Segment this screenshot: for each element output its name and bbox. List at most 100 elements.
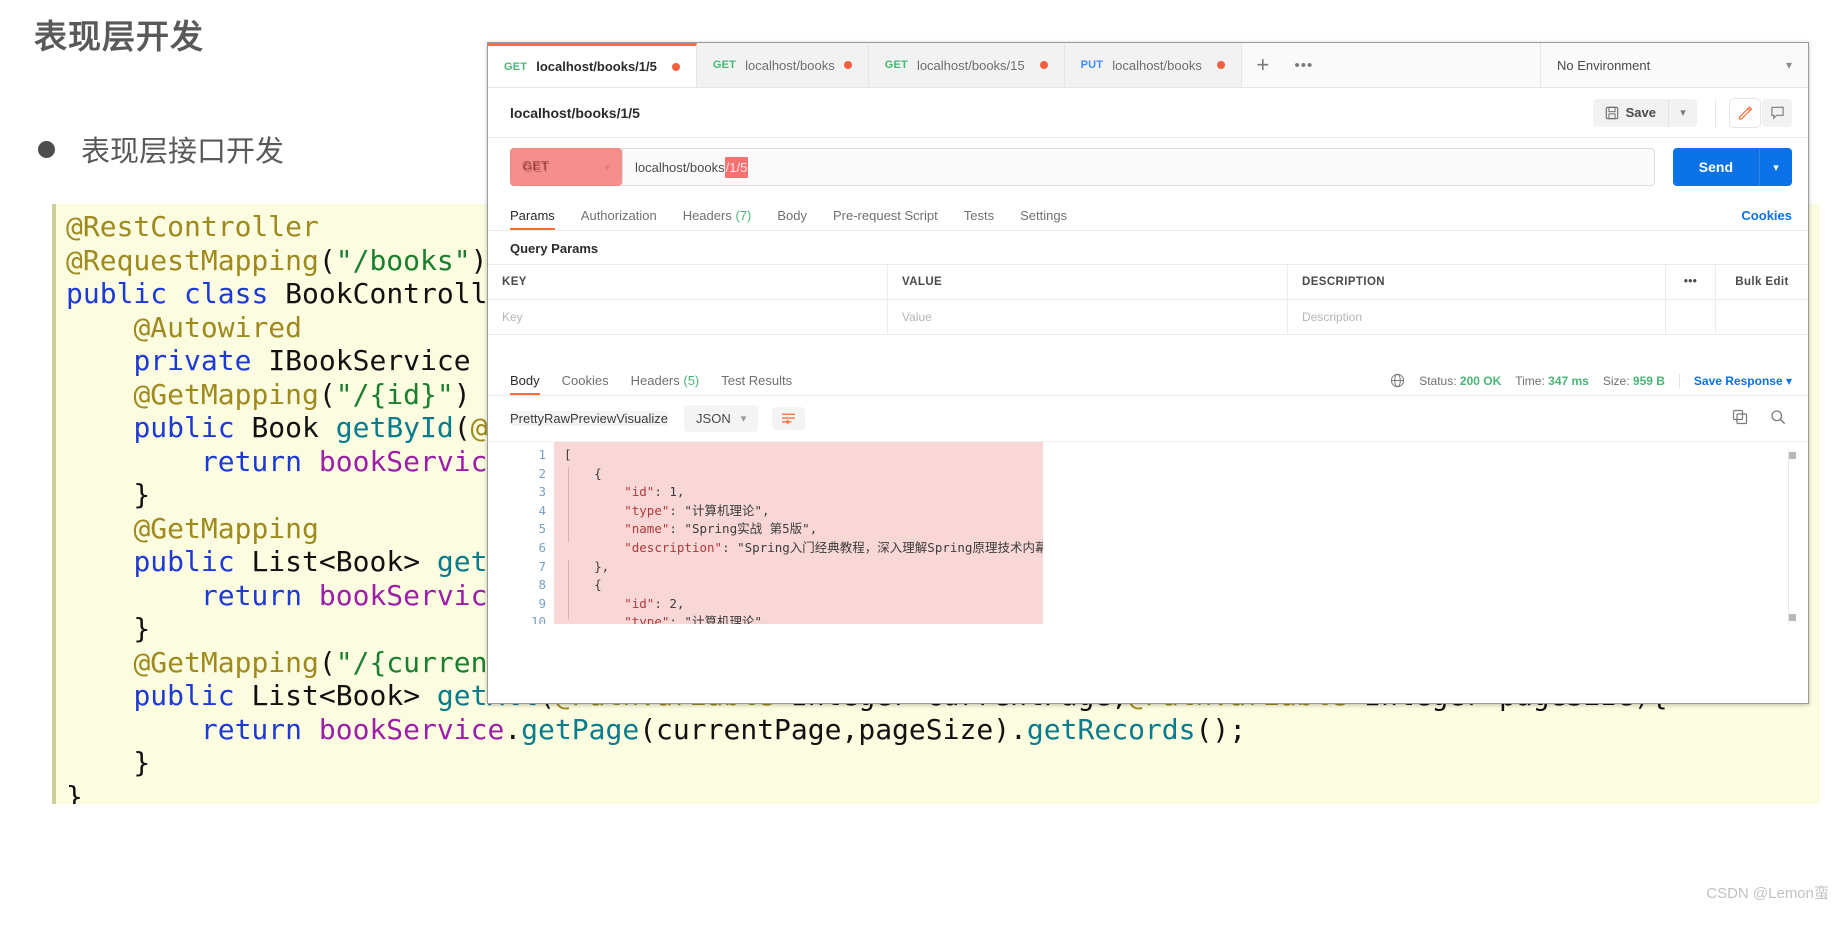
view-mode-pretty[interactable]: Pretty (510, 411, 544, 426)
response-body-toolbar: Pretty Raw Preview Visualize JSON ▾ (488, 396, 1808, 441)
fold-guide-line (568, 467, 569, 542)
method-dropdown[interactable]: GET ▾ (510, 148, 622, 186)
bullet-text: 表现层接口开发 (81, 136, 285, 168)
slide-root: 表现层开发 表现层接口开发 @RestController @RequestMa… (0, 0, 1839, 929)
params-more-icon[interactable]: ••• (1666, 265, 1716, 299)
tab-pre-request-script[interactable]: Pre-request Script (833, 208, 938, 230)
table-header-row: KEY VALUE DESCRIPTION ••• Bulk Edit (488, 265, 1808, 299)
response-tab-headers[interactable]: Headers (5) (631, 373, 700, 395)
response-tab-headers-label: Headers (630, 373, 680, 388)
watermark: CSDN @Lemon蛮 (1706, 885, 1829, 902)
method-label: GET (523, 159, 550, 175)
body-toolbar-actions (1732, 409, 1786, 428)
tab-body[interactable]: Body (777, 208, 807, 230)
globe-icon (1391, 373, 1405, 388)
request-icon-group (1715, 98, 1792, 127)
save-options-caret[interactable]: ▾ (1668, 98, 1697, 127)
environment-label: No Environment (1557, 57, 1651, 73)
save-response-button[interactable]: Save Response ▾ (1678, 373, 1792, 388)
chevron-down-icon: ▾ (1785, 58, 1792, 72)
row-bulk-spacer (1716, 300, 1808, 334)
response-tab-test-results[interactable]: Test Results (721, 373, 792, 395)
response-tabs: Body Cookies Headers (5) Test Results St… (488, 359, 1808, 396)
save-disk-icon (1605, 106, 1618, 119)
tab-overflow-menu-icon[interactable]: ••• (1284, 43, 1324, 87)
tab-headers-count: (7) (735, 208, 752, 223)
tab-method-1: GET (712, 59, 737, 71)
tab-authorization-label: Authorization (580, 208, 657, 223)
environment-selector[interactable]: No Environment ▾ (1541, 43, 1808, 87)
request-tab-2[interactable]: GET localhost/books/15 (868, 43, 1065, 87)
json-scrollbar[interactable] (1788, 448, 1798, 624)
response-tab-body[interactable]: Body (510, 373, 540, 395)
param-key-input[interactable]: Key (488, 300, 888, 334)
tab-tests[interactable]: Tests (964, 208, 994, 230)
status-group: Status: 200 OK (1419, 374, 1501, 388)
scrollbar-marker-bottom (1789, 614, 1796, 621)
response-tab-cookies-label: Cookies (561, 373, 609, 388)
save-button[interactable]: Save (1593, 99, 1668, 127)
save-response-label: Save Response (1693, 373, 1783, 388)
param-value-input[interactable]: Value (888, 300, 1288, 334)
size-value: 959 B (1632, 373, 1665, 388)
page-title: 表现层开发 (34, 18, 204, 55)
postman-window: GET localhost/books/1/5 GET localhost/bo… (487, 42, 1809, 704)
save-button-group: Save ▾ (1592, 98, 1697, 127)
request-tab-0[interactable]: GET localhost/books/1/5 (488, 43, 697, 87)
param-description-input[interactable]: Description (1288, 300, 1666, 334)
wrap-lines-button[interactable] (772, 407, 806, 430)
unsaved-dot-icon-2 (1039, 61, 1048, 69)
request-name: localhost/books/1/5 (510, 104, 640, 121)
save-button-label: Save (1625, 105, 1656, 120)
bullet-dot-icon (38, 140, 55, 158)
tab-headers[interactable]: Headers (7) (683, 208, 752, 230)
size-label: Size: (1602, 373, 1630, 388)
view-mode-raw[interactable]: Raw (544, 411, 570, 426)
tab-method-2: GET (884, 59, 908, 71)
tab-params-label: Params (510, 208, 555, 223)
tab-params[interactable]: Params (510, 208, 555, 230)
status-label: Status: (1419, 373, 1457, 388)
edit-pencil-icon[interactable] (1730, 98, 1760, 127)
time-group: Time: 347 ms (1515, 374, 1589, 388)
unsaved-dot-icon-1 (843, 61, 852, 69)
request-tab-3[interactable]: PUT localhost/books (1064, 43, 1242, 87)
tab-method-0: GET (504, 60, 528, 73)
query-params-label: Query Params (510, 241, 599, 256)
send-button[interactable]: Send (1672, 148, 1759, 186)
body-view-mode-group: Pretty Raw Preview Visualize (510, 411, 669, 426)
chevron-down-icon: ▾ (604, 161, 610, 174)
tab-settings-label: Settings (1020, 208, 1068, 223)
tab-name-2: localhost/books/15 (916, 57, 1025, 73)
cookies-link[interactable]: Cookies (1741, 208, 1792, 223)
unsaved-dot-icon-0 (671, 62, 680, 71)
send-options-caret[interactable]: ▾ (1759, 148, 1792, 186)
tab-settings[interactable]: Settings (1020, 208, 1067, 230)
time-value: 347 ms (1548, 373, 1589, 388)
tab-name-3: localhost/books (1112, 57, 1202, 73)
copy-icon[interactable] (1732, 409, 1748, 428)
request-tab-strip: GET localhost/books/1/5 GET localhost/bo… (488, 43, 1808, 88)
column-header-description: DESCRIPTION (1288, 265, 1666, 299)
view-mode-visualize[interactable]: Visualize (616, 411, 668, 426)
tab-name-0: localhost/books/1/5 (536, 59, 657, 74)
response-tab-test-results-label: Test Results (721, 373, 793, 388)
search-icon[interactable] (1770, 409, 1786, 428)
tab-name-1: localhost/books (745, 57, 835, 73)
tab-headers-label: Headers (682, 208, 732, 223)
comment-icon[interactable] (1762, 98, 1792, 127)
bulk-edit-button[interactable]: Bulk Edit (1716, 265, 1808, 299)
wrap-lines-icon (782, 413, 796, 425)
response-json-viewer[interactable]: 1 2 3 4 5 6 7 8 9 10 [ { "id": 1, "type": "计算机理论"… (488, 441, 1808, 624)
response-tab-cookies[interactable]: Cookies (562, 373, 609, 395)
body-format-label: JSON (696, 411, 731, 426)
body-format-dropdown[interactable]: JSON ▾ (684, 405, 759, 432)
request-tab-1[interactable]: GET localhost/books (696, 43, 869, 87)
new-tab-button[interactable]: + (1242, 43, 1284, 87)
tab-method-3: PUT (1080, 59, 1104, 71)
tab-tests-label: Tests (963, 208, 995, 223)
url-input[interactable]: localhost/books/1/5 (622, 148, 1655, 186)
url-highlight-text: /1/5 (724, 156, 749, 178)
tab-authorization[interactable]: Authorization (581, 208, 657, 230)
view-mode-preview[interactable]: Preview (570, 411, 616, 426)
